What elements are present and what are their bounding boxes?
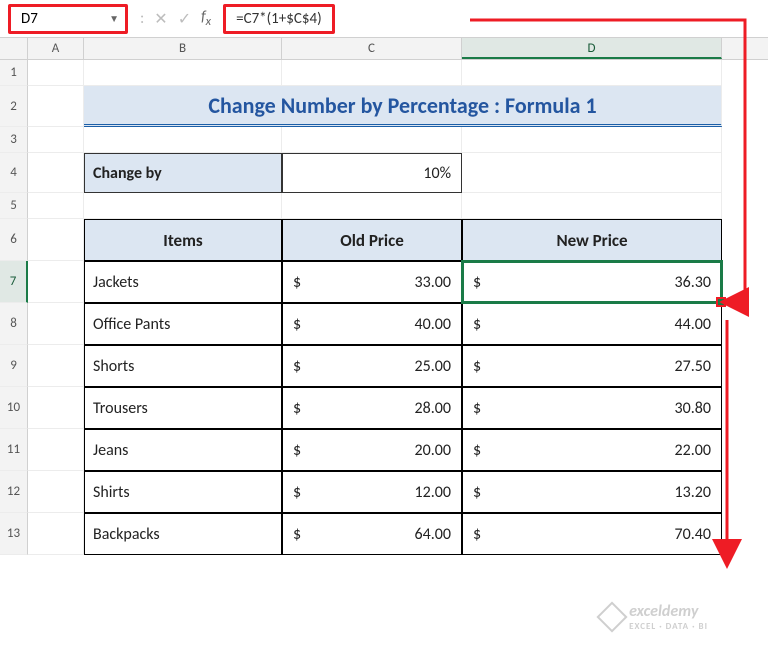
column-header-c[interactable]: C [282,38,462,59]
cell-a13[interactable] [28,513,84,555]
cell-a9[interactable] [28,345,84,387]
row-header-9[interactable]: 9 [0,345,28,387]
cell-a7[interactable] [28,261,84,303]
item-name-6[interactable]: Backpacks [84,513,282,555]
cell-c1[interactable] [282,60,462,86]
watermark: exceldemy EXCEL · DATA · BI [601,602,708,632]
column-header-a[interactable]: A [28,38,84,59]
change-by-value[interactable]: 10% [282,153,462,193]
new-price-3[interactable]: $30.80 [462,387,722,429]
new-price-2[interactable]: $27.50 [462,345,722,387]
old-price-6[interactable]: $64.00 [282,513,462,555]
spreadsheet-grid: 1 2 Change Number by Percentage : Formul… [0,60,768,555]
new-price-1[interactable]: $44.00 [462,303,722,345]
item-name-0[interactable]: Jackets [84,261,282,303]
old-price-2[interactable]: $25.00 [282,345,462,387]
cell-d5[interactable] [462,193,722,219]
new-price-5[interactable]: $13.20 [462,471,722,513]
column-header-b[interactable]: B [84,38,282,59]
cell-a12[interactable] [28,471,84,513]
cell-d1[interactable] [462,60,722,86]
cell-d4[interactable] [462,153,722,193]
row-header-1[interactable]: 1 [0,60,28,86]
cell-a10[interactable] [28,387,84,429]
cell-b1[interactable] [84,60,282,86]
header-items[interactable]: Items [84,219,282,261]
watermark-icon [597,601,628,632]
item-name-2[interactable]: Shorts [84,345,282,387]
formula-controls: : ✕ ✓ fx [134,8,217,29]
select-all-corner[interactable] [0,38,28,59]
cell-c5[interactable] [282,193,462,219]
new-price-6[interactable]: $70.40 [462,513,722,555]
new-price-0[interactable]: $36.30 [462,261,722,303]
cell-b5[interactable] [84,193,282,219]
cell-a2[interactable] [28,86,84,127]
header-new-price[interactable]: New Price [462,219,722,261]
row-header-10[interactable]: 10 [0,387,28,429]
formula-input[interactable]: =C7*(1+$C$4) [223,4,335,34]
old-price-0[interactable]: $33.00 [282,261,462,303]
row-header-12[interactable]: 12 [0,471,28,513]
formula-text: =C7*(1+$C$4) [236,10,322,28]
cell-a11[interactable] [28,429,84,471]
formula-bar: D7 ▼ : ✕ ✓ fx =C7*(1+$C$4) [0,0,768,38]
column-headers: A B C D [0,38,768,60]
item-name-5[interactable]: Shirts [84,471,282,513]
item-name-4[interactable]: Jeans [84,429,282,471]
watermark-tagline: EXCEL · DATA · BI [629,621,708,632]
row-header-13[interactable]: 13 [0,513,28,555]
item-name-3[interactable]: Trousers [84,387,282,429]
name-box-value: D7 [21,10,38,28]
header-old-price[interactable]: Old Price [282,219,462,261]
chevron-down-icon[interactable]: ▼ [109,12,119,25]
new-price-4[interactable]: $22.00 [462,429,722,471]
row-header-2[interactable]: 2 [0,86,28,127]
column-header-d[interactable]: D [462,38,722,59]
row-header-3[interactable]: 3 [0,127,28,153]
cell-a5[interactable] [28,193,84,219]
row-header-11[interactable]: 11 [0,429,28,471]
row-header-7[interactable]: 7 [0,261,28,303]
old-price-3[interactable]: $28.00 [282,387,462,429]
cell-c3[interactable] [282,127,462,153]
cell-a8[interactable] [28,303,84,345]
row-header-4[interactable]: 4 [0,153,28,193]
old-price-5[interactable]: $12.00 [282,471,462,513]
title-cell[interactable]: Change Number by Percentage : Formula 1 [84,86,722,127]
cell-d3[interactable] [462,127,722,153]
row-header-6[interactable]: 6 [0,219,28,261]
row-header-5[interactable]: 5 [0,193,28,219]
enter-icon[interactable]: ✓ [178,9,191,29]
fill-handle[interactable] [716,297,726,307]
watermark-brand: exceldemy [629,602,698,621]
cancel-icon[interactable]: ✕ [154,9,167,29]
row-header-8[interactable]: 8 [0,303,28,345]
item-name-1[interactable]: Office Pants [84,303,282,345]
cell-a6[interactable] [28,219,84,261]
name-box[interactable]: D7 ▼ [8,4,128,34]
change-by-label[interactable]: Change by [84,153,282,193]
cell-a4[interactable] [28,153,84,193]
old-price-4[interactable]: $20.00 [282,429,462,471]
cell-a3[interactable] [28,127,84,153]
divider-icon: : [140,9,144,28]
cell-b3[interactable] [84,127,282,153]
old-price-1[interactable]: $40.00 [282,303,462,345]
cell-a1[interactable] [28,60,84,86]
fx-icon[interactable]: fx [201,8,211,29]
